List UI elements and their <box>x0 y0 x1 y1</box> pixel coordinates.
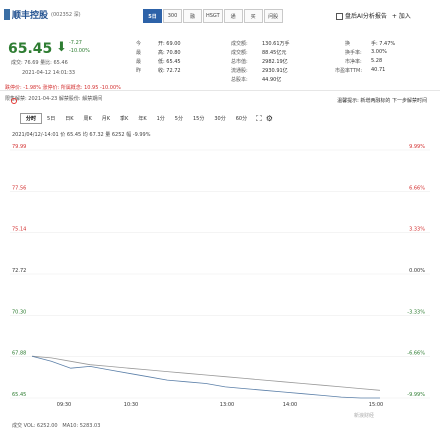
amount-value: 88.45亿元 <box>262 50 287 56</box>
tab-ask[interactable]: 问股 <box>263 9 283 23</box>
mktcap-label: 总市值: <box>231 59 248 65</box>
volume-stat: 成交 VOL: 6252.00 <box>12 423 58 429</box>
volume-value: 130.61万手 <box>262 41 290 47</box>
high-label: 最 <box>136 50 142 56</box>
x-tick: 14:00 <box>283 402 297 408</box>
x-tick: 15:00 <box>369 402 383 408</box>
pe-value: 40.71 <box>371 67 386 73</box>
chart-crosshair-info: 2021/04/12/-14:01 价 65.45 均 67.32 量 6252… <box>12 132 151 138</box>
settings-icon[interactable]: ⚙ <box>266 114 273 123</box>
y-tick-left: 67.88 <box>12 351 26 357</box>
header-actions: 盘后AI分析报告 + 加入 <box>336 11 411 20</box>
shares-value: 44.90亿 <box>262 77 282 83</box>
notice-links[interactable]: 温馨提示: 新增两融标的 下一步解禁时间 <box>337 97 427 104</box>
tab-yearly-k[interactable]: 年K <box>133 113 151 124</box>
y-tick-left: 75.14 <box>12 227 26 233</box>
shares-label: 总股本: <box>231 77 248 83</box>
mktcap-value: 2982.19亿 <box>262 59 288 65</box>
x-tick: 10:30 <box>124 402 138 408</box>
tab-5day[interactable]: 5日 <box>143 9 162 23</box>
y-tick-right: 9.99% <box>409 144 425 150</box>
tab-5min[interactable]: 5分 <box>170 113 188 124</box>
y-tick-right: 6.66% <box>409 185 425 191</box>
volume-label: 成交额: <box>231 41 248 47</box>
y-axis-left: 79.99 77.56 75.14 72.72 70.30 67.88 65.45 <box>12 144 26 398</box>
price-line <box>31 355 380 399</box>
y-tick-left: 65.45 <box>12 392 26 398</box>
checkbox-icon <box>336 13 343 20</box>
tab-weekly-k[interactable]: 周K <box>78 113 96 124</box>
tab-hsgt[interactable]: HSGT <box>203 9 223 23</box>
stock-logo-icon <box>4 8 10 20</box>
x-axis: 09:30 10:30 13:00 14:00 15:00 <box>57 402 383 408</box>
y-tick-right: -3.33% <box>407 309 425 315</box>
prevclose-label: 昨 <box>136 68 142 74</box>
y-tick-right: 0.00% <box>409 268 425 274</box>
pe-label: 市盈率TTM: <box>335 68 363 74</box>
y-tick-right: -6.66% <box>407 351 425 357</box>
x-tick: 09:30 <box>57 402 71 408</box>
open-label: 今 <box>136 41 142 47</box>
record-icon[interactable] <box>11 98 17 104</box>
float-label: 流通股: <box>231 68 248 74</box>
average-price-line <box>31 355 381 391</box>
period-tabs: 分时 5日 日K 周K 月K 季K 年K 1分 5分 15分 30分 60分 ⛶… <box>20 113 273 124</box>
watermark-logo: 新浪财经 <box>354 413 375 419</box>
tab-margin[interactable]: 融 <box>183 9 202 23</box>
y-tick-left: 77.56 <box>12 185 26 191</box>
tab-daily-k[interactable]: 日K <box>60 113 78 124</box>
tab-1min[interactable]: 1分 <box>152 113 170 124</box>
price-change-pct: -10.00% <box>69 48 90 54</box>
low-value: 低: 65.45 <box>158 59 181 65</box>
pb-value: 5.28 <box>371 58 383 64</box>
tab-5day-chart[interactable]: 5日 <box>42 113 60 124</box>
x-tick: 13:00 <box>220 402 234 408</box>
open-value: 开: 69.00 <box>158 41 181 47</box>
stock-header: 顺丰控股 (002352 深) <box>4 6 81 22</box>
y-tick-left: 79.99 <box>12 144 26 150</box>
tab-intraday[interactable]: 分时 <box>20 113 43 124</box>
y-axis-right: 9.99% 6.66% 3.33% 0.00% -3.33% -6.66% -9.99% <box>407 144 425 398</box>
tab-60min[interactable]: 60分 <box>231 113 252 124</box>
stock-name: 顺丰控股 <box>12 10 49 21</box>
intraday-chart[interactable]: 79.99 77.56 75.14 72.72 70.30 67.88 65.45 9.99… <box>0 142 440 422</box>
fullscreen-icon[interactable]: ⛶ <box>256 114 262 124</box>
y-tick-right: 3.33% <box>409 227 425 233</box>
pb-label: 市净率: <box>345 59 362 65</box>
volume-footer: 成交 VOL: 6252.00 MA10: 5283.03 <box>12 422 100 429</box>
unlock-info: 限售解禁: 2021-04-23 解禁股份: 解禁期间 <box>5 96 103 102</box>
amount-label: 成交额: <box>231 50 248 56</box>
tab-300[interactable]: 300 <box>163 9 182 23</box>
divider <box>0 90 440 91</box>
turnover-rate-value: 3.00% <box>371 49 387 55</box>
y-tick-right: -9.99% <box>407 392 425 398</box>
chart-grid <box>10 149 430 399</box>
tab-buy[interactable]: 买 <box>243 9 263 23</box>
current-price: 65.45 <box>8 41 53 57</box>
stock-code: (002352 深) <box>51 11 81 18</box>
y-tick-left: 70.30 <box>12 309 26 315</box>
tab-monthly-k[interactable]: 月K <box>97 113 115 124</box>
market-tabs: 5日 300 融 HSGT 通 买 问股 <box>143 9 283 23</box>
float-value: 2930.91亿 <box>262 68 288 74</box>
turnover-value: 手: 7.47% <box>371 41 396 47</box>
prevclose-value: 收: 72.72 <box>158 68 181 74</box>
tab-15min[interactable]: 15分 <box>188 113 209 124</box>
tab-connect[interactable]: 通 <box>223 9 243 23</box>
turnover-rate-label: 换手率: <box>345 50 362 56</box>
y-tick-left: 72.72 <box>12 268 26 274</box>
down-arrow-icon: ⬇ <box>56 40 67 55</box>
volume-row: 成交: 76.69 量比: 65.46 <box>11 60 68 66</box>
price-change: -7.27 <box>69 40 82 46</box>
turnover-label: 换 <box>345 41 351 47</box>
ma-stat: MA10: 5283.03 <box>62 423 101 429</box>
low-label: 最 <box>136 59 142 65</box>
tab-30min[interactable]: 30分 <box>209 113 230 124</box>
quote-time: 2021-04-12 14:01:33 <box>22 70 76 76</box>
tab-quarterly-k[interactable]: 季K <box>115 113 133 124</box>
add-watchlist-button[interactable]: + 加入 <box>392 11 411 20</box>
high-value: 高: 70.80 <box>158 50 181 56</box>
ai-report-link[interactable]: 盘后AI分析报告 <box>336 11 387 20</box>
